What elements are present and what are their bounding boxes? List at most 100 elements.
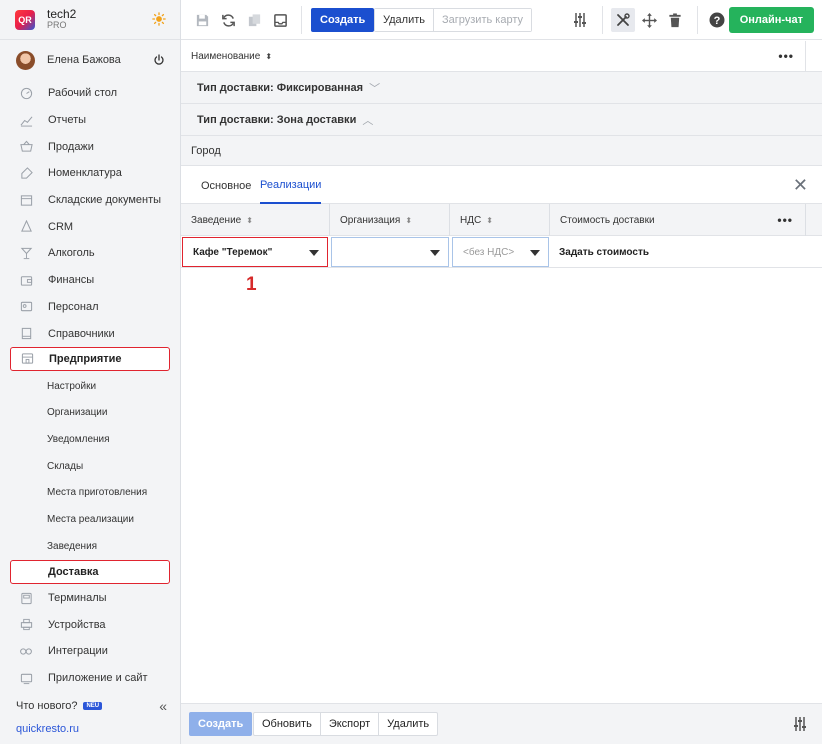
sidebar-item-terminals[interactable]: Терминалы bbox=[0, 585, 180, 612]
sort-icon[interactable]: ⬍ bbox=[486, 216, 493, 225]
sidebar-item-nomenclature[interactable]: Номенклатура bbox=[0, 160, 180, 187]
help-icon[interactable]: ? bbox=[708, 11, 726, 29]
sidebar-item-finance[interactable]: Финансы bbox=[0, 267, 180, 294]
vat-select[interactable]: <без НДС> bbox=[452, 237, 549, 267]
group-row-zone[interactable]: Тип доставки: Зона доставки ︿ bbox=[181, 104, 822, 136]
column-header-delivery-cost[interactable]: Стоимость доставки ••• bbox=[550, 204, 806, 236]
theme-sun-icon[interactable] bbox=[152, 12, 166, 26]
sort-icon[interactable]: ⬍ bbox=[246, 216, 253, 225]
venue-select-value: Кафе "Теремок" bbox=[193, 246, 273, 258]
sidebar-item-crm[interactable]: CRM bbox=[0, 213, 180, 240]
sidebar-subitem-sale-places[interactable]: Места реализации bbox=[0, 506, 180, 533]
avatar bbox=[16, 50, 35, 70]
toolbar-divider bbox=[301, 6, 302, 34]
sidebar-item-label: Продажи bbox=[48, 140, 94, 153]
column-header-label: Заведение bbox=[191, 214, 242, 226]
sidebar-item-reports[interactable]: Отчеты bbox=[0, 107, 180, 134]
export-button[interactable]: Экспорт bbox=[319, 713, 378, 735]
move-icon[interactable] bbox=[640, 11, 658, 29]
collapse-sidebar-icon[interactable]: « bbox=[159, 698, 167, 714]
group-row-fixed[interactable]: Тип доставки: Фиксированная ﹀ bbox=[181, 72, 822, 104]
brand-text: tech2 PRO bbox=[47, 6, 77, 31]
whats-new-link[interactable]: Что нового? NEU « bbox=[0, 696, 181, 716]
save-icon[interactable] bbox=[193, 11, 211, 29]
copy-icon[interactable] bbox=[245, 11, 263, 29]
table-row: Кафе "Теремок" <без НДС> Задать стоимост… bbox=[181, 236, 822, 268]
delete-button[interactable]: Удалить bbox=[375, 9, 433, 31]
tab-main[interactable]: Основное bbox=[201, 167, 251, 204]
group-label: Тип доставки: Фиксированная bbox=[197, 81, 364, 94]
sidebar-subitem-notifications[interactable]: Уведомления bbox=[0, 426, 180, 453]
sidebar-subitem-cooking-places[interactable]: Места приготовления bbox=[0, 480, 180, 507]
power-icon[interactable] bbox=[153, 54, 165, 66]
brand-logo[interactable]: QR bbox=[15, 9, 35, 30]
column-header-organization[interactable]: Организация ⬍ bbox=[330, 204, 450, 236]
online-chat-button[interactable]: Онлайн-чат bbox=[728, 7, 814, 33]
refresh-icon[interactable] bbox=[219, 11, 237, 29]
organization-select[interactable] bbox=[331, 237, 449, 267]
sidebar-subitem-settings[interactable]: Настройки bbox=[0, 373, 180, 400]
whats-new-label: Что нового? bbox=[16, 700, 78, 712]
glass-icon bbox=[19, 246, 33, 260]
sidebar-subitem-venues[interactable]: Заведения bbox=[0, 533, 180, 560]
load-map-button[interactable]: Загрузить карту bbox=[433, 9, 531, 31]
more-options-icon[interactable]: ••• bbox=[778, 49, 794, 63]
column-divider bbox=[805, 41, 806, 72]
phone-icon bbox=[19, 671, 33, 685]
brand-header: QR tech2 PRO bbox=[0, 0, 180, 40]
dashboard-icon bbox=[19, 86, 33, 100]
main-nav: Рабочий стол Отчеты Продажи Номенклатура… bbox=[0, 80, 180, 347]
sidebar-item-integrations[interactable]: Интеграции bbox=[0, 638, 180, 665]
column-settings-icon[interactable] bbox=[792, 716, 808, 732]
sidebar-item-app-site[interactable]: Приложение и сайт bbox=[0, 665, 180, 692]
refresh-button[interactable]: Обновить bbox=[254, 713, 320, 735]
list-item-label: Город bbox=[191, 144, 221, 157]
user-profile[interactable]: Елена Бажова bbox=[0, 40, 180, 80]
sidebar-item-warehouse-docs[interactable]: Складские документы bbox=[0, 187, 180, 214]
sidebar-item-label: Интеграции bbox=[48, 645, 108, 658]
sidebar-item-label: Предприятие bbox=[49, 352, 122, 365]
sidebar-item-devices[interactable]: Устройства bbox=[0, 611, 180, 638]
sub-nav: Настройки Организации Уведомления Склады… bbox=[0, 373, 180, 584]
close-icon[interactable]: ✕ bbox=[793, 176, 808, 194]
tools-icon[interactable] bbox=[611, 8, 635, 32]
column-header-label: НДС bbox=[460, 214, 482, 226]
sidebar-item-staff[interactable]: Персонал bbox=[0, 294, 180, 321]
sort-icon[interactable]: ⬍ bbox=[405, 216, 412, 225]
more-options-icon[interactable]: ••• bbox=[777, 213, 793, 227]
list-item[interactable]: Город bbox=[181, 136, 822, 166]
column-header-label: Организация bbox=[340, 214, 401, 226]
sidebar-item-sales[interactable]: Продажи bbox=[0, 133, 180, 160]
chevron-up-icon: ︿ bbox=[362, 114, 374, 127]
site-link[interactable]: quickresto.ru bbox=[16, 723, 79, 735]
inbox-icon[interactable] bbox=[271, 11, 289, 29]
venue-select[interactable]: Кафе "Теремок" bbox=[182, 237, 328, 267]
column-header-vat[interactable]: НДС ⬍ bbox=[450, 204, 550, 236]
sidebar-item-alcohol[interactable]: Алкоголь bbox=[0, 240, 180, 267]
brand-name: tech2 bbox=[47, 6, 77, 21]
brand-plan: PRO bbox=[47, 19, 67, 30]
sidebar-item-dashboard[interactable]: Рабочий стол bbox=[0, 80, 180, 107]
id-card-icon bbox=[19, 300, 33, 314]
sidebar-subitem-warehouses[interactable]: Склады bbox=[0, 453, 180, 480]
create-button[interactable]: Создать bbox=[311, 8, 375, 32]
column-header-venue[interactable]: Заведение ⬍ bbox=[181, 204, 330, 236]
link-icon bbox=[19, 644, 33, 658]
name-column-header[interactable]: Наименование bbox=[191, 51, 260, 62]
create-button-disabled[interactable]: Создать bbox=[189, 712, 253, 736]
detail-tabs: Основное Реализации ✕ bbox=[181, 167, 822, 204]
sort-icon[interactable]: ⬍ bbox=[265, 52, 272, 61]
bottom-toolbar: Создать Обновить Экспорт Удалить bbox=[181, 703, 822, 744]
sidebar-item-label: Устройства bbox=[48, 618, 106, 631]
caret-down-icon bbox=[430, 250, 440, 256]
filter-settings-icon[interactable] bbox=[571, 11, 589, 29]
tab-sales[interactable]: Реализации bbox=[260, 167, 322, 204]
set-cost-link[interactable]: Задать стоимость bbox=[559, 236, 649, 268]
sidebar-subitem-delivery[interactable]: Доставка bbox=[10, 559, 170, 584]
delete-button[interactable]: Удалить bbox=[378, 713, 437, 735]
trash-icon[interactable] bbox=[666, 11, 684, 29]
sidebar-subitem-organizations[interactable]: Организации bbox=[0, 400, 180, 427]
sidebar-item-enterprise[interactable]: Предприятие bbox=[10, 346, 170, 371]
caret-down-icon bbox=[530, 250, 540, 256]
sidebar-item-references[interactable]: Справочники bbox=[0, 320, 180, 347]
